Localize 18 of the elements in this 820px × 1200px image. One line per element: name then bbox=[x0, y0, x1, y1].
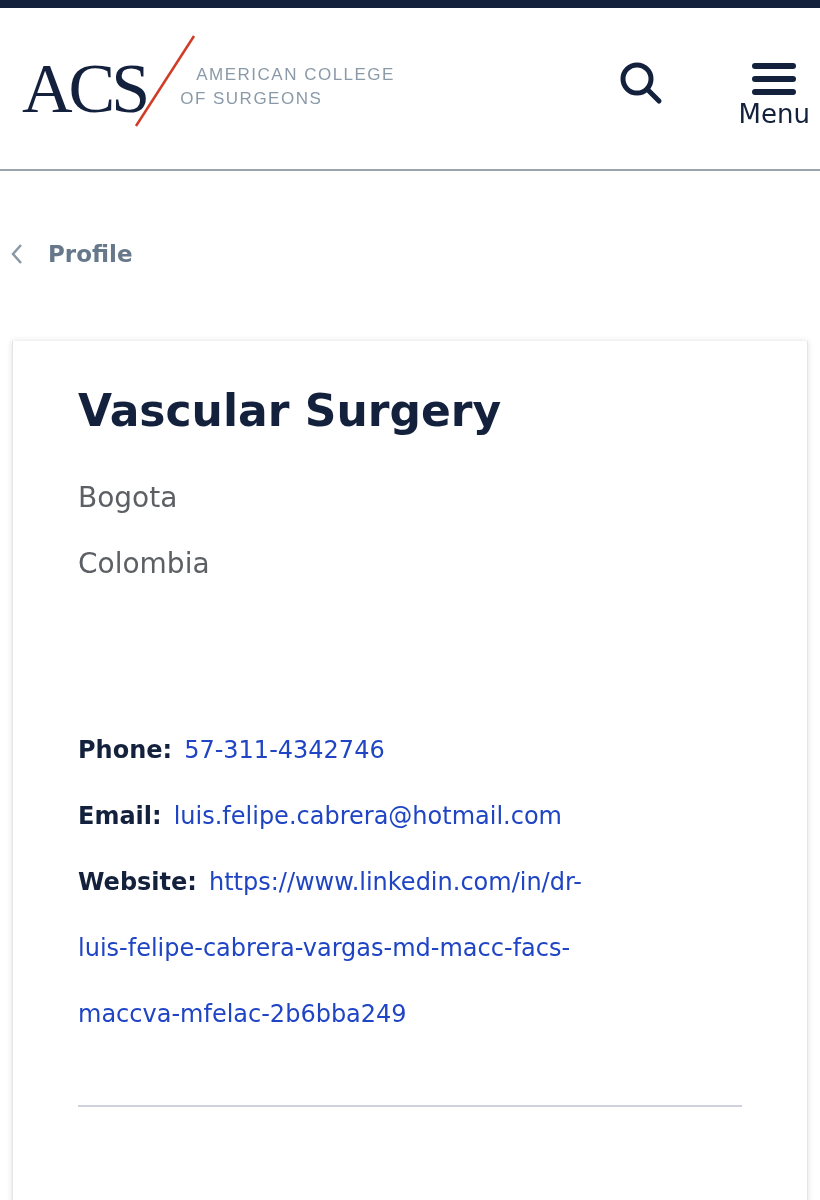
city-text: Bogota bbox=[78, 480, 179, 516]
contact-link[interactable]: 57-311-4342746 bbox=[184, 736, 385, 764]
contact-label: Email: bbox=[78, 802, 162, 830]
back-chevron-icon[interactable] bbox=[10, 243, 24, 265]
logo-text: OF SURGEONS bbox=[180, 87, 324, 110]
contact-label: Website: bbox=[78, 868, 197, 896]
menu-icon bbox=[750, 60, 799, 97]
contact-label: Phone: bbox=[78, 736, 173, 764]
specialty-heading: Vascular Surgery bbox=[78, 385, 503, 436]
menu-button[interactable]: Menu bbox=[738, 60, 810, 129]
contact-link[interactable]: luis-felipe-cabrera-vargas-md-macc-facs- bbox=[78, 934, 571, 962]
logo-text: AMERICAN COLLEGE bbox=[196, 63, 395, 86]
contact-link[interactable]: maccva-mfelac-2b6bba249 bbox=[78, 1000, 407, 1028]
breadcrumb-link[interactable]: Profile bbox=[48, 241, 133, 267]
contact-link[interactable]: luis.felipe.cabrera@hotmail.com bbox=[173, 802, 562, 830]
country-text: Colombia bbox=[78, 546, 211, 582]
contact-link[interactable]: https://www.linkedin.com/in/dr- bbox=[208, 868, 582, 896]
logo-mark: ACS bbox=[22, 53, 147, 124]
